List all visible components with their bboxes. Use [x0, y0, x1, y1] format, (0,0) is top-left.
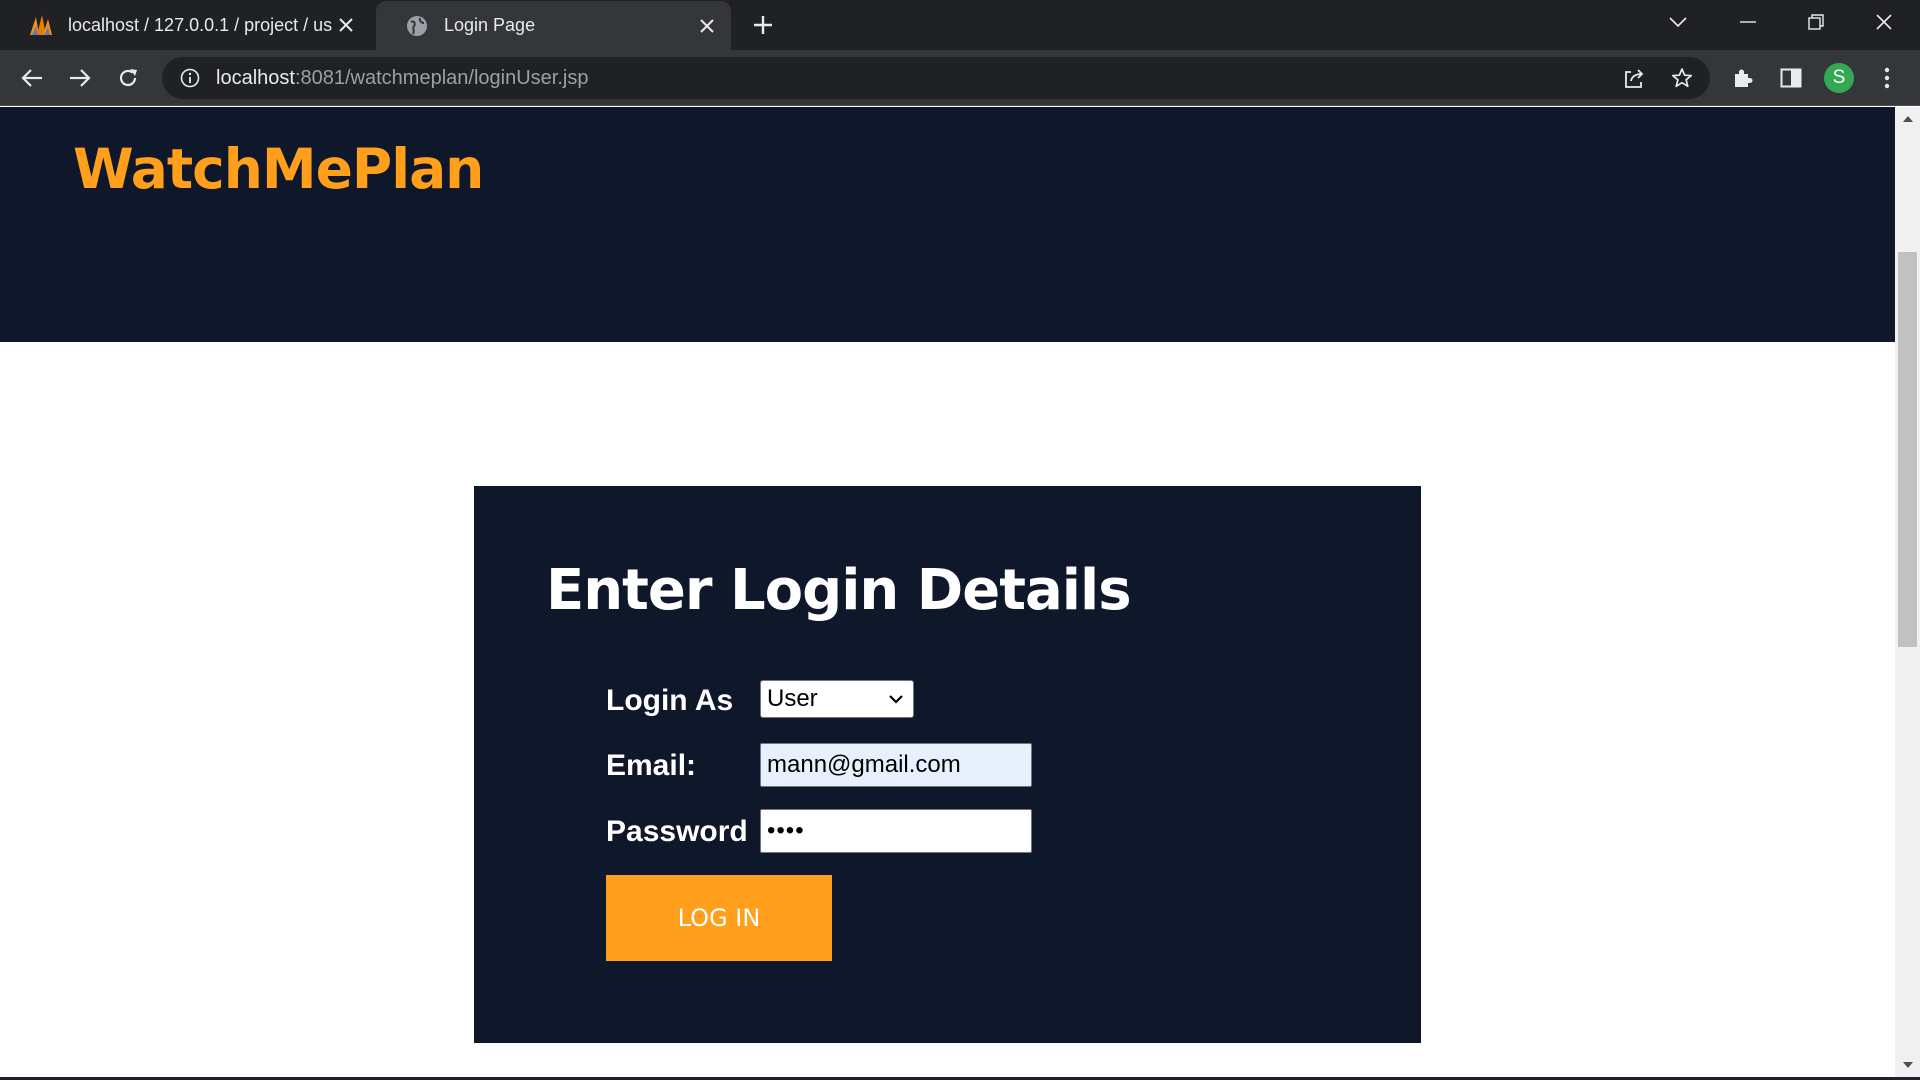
email-field[interactable]: mann@gmail.com — [760, 743, 1032, 787]
url-text: localhost:8081/watchmeplan/loginUser.jsp — [216, 67, 588, 90]
globe-icon — [404, 13, 430, 39]
vertical-scrollbar[interactable] — [1895, 107, 1920, 1077]
page-viewport: WatchMePlan Enter Login Details Login As… — [0, 107, 1895, 1077]
login-card: Enter Login Details Login As User Email:… — [474, 486, 1421, 1043]
browser-tab-strip: localhost / 127.0.0.1 / project / us Log… — [0, 0, 1920, 50]
reload-icon[interactable] — [108, 58, 148, 98]
close-tab-icon[interactable] — [332, 11, 360, 39]
browser-toolbar: localhost:8081/watchmeplan/loginUser.jsp… — [0, 50, 1920, 106]
login-as-label: Login As — [606, 684, 734, 717]
email-value: mann@gmail.com — [767, 751, 961, 778]
forward-arrow-icon[interactable] — [60, 58, 100, 98]
address-bar[interactable]: localhost:8081/watchmeplan/loginUser.jsp — [162, 57, 1710, 99]
login-as-selected-value: User — [767, 685, 818, 712]
login-button[interactable]: LOG IN — [606, 875, 832, 961]
share-icon[interactable] — [1622, 66, 1646, 90]
scroll-down-arrow-icon[interactable] — [1895, 1053, 1920, 1077]
password-field[interactable]: •••• — [760, 809, 1032, 853]
password-masked-value: •••• — [767, 817, 805, 844]
tab-title: localhost / 127.0.0.1 / project / us — [68, 14, 332, 35]
restore-icon[interactable] — [1784, 0, 1848, 44]
brand-logo[interactable]: WatchMePlan — [73, 137, 484, 201]
tab-login-page[interactable]: Login Page — [376, 1, 731, 50]
minimize-icon[interactable] — [1716, 0, 1780, 44]
close-tab-icon[interactable] — [693, 12, 721, 40]
site-header: WatchMePlan — [0, 107, 1895, 342]
tab-phpmyadmin[interactable]: localhost / 127.0.0.1 / project / us — [0, 0, 370, 50]
scrollbar-thumb[interactable] — [1898, 252, 1917, 647]
site-info-icon[interactable] — [178, 66, 202, 90]
profile-initial: S — [1824, 63, 1854, 93]
email-label: Email: — [606, 749, 697, 782]
extensions-puzzle-icon[interactable] — [1727, 62, 1759, 94]
url-host: localhost — [216, 66, 295, 89]
browser-menu-icon[interactable] — [1871, 62, 1903, 94]
phpmyadmin-icon — [28, 12, 54, 38]
chevron-down-icon — [889, 695, 903, 704]
back-arrow-icon[interactable] — [12, 58, 52, 98]
tab-search-chevron-icon[interactable] — [1646, 0, 1710, 44]
url-path: :8081/watchmeplan/loginUser.jsp — [294, 66, 589, 89]
profile-avatar[interactable]: S — [1823, 62, 1855, 94]
login-title: Enter Login Details — [546, 558, 1132, 623]
side-panel-icon[interactable] — [1775, 62, 1807, 94]
scroll-up-arrow-icon[interactable] — [1895, 107, 1920, 131]
close-window-icon[interactable] — [1852, 0, 1916, 44]
tab-title: Login Page — [444, 15, 536, 35]
password-label: Password — [606, 815, 748, 848]
login-as-select[interactable]: User — [760, 680, 914, 718]
new-tab-button[interactable] — [748, 10, 778, 40]
bookmark-star-icon[interactable] — [1670, 66, 1694, 90]
